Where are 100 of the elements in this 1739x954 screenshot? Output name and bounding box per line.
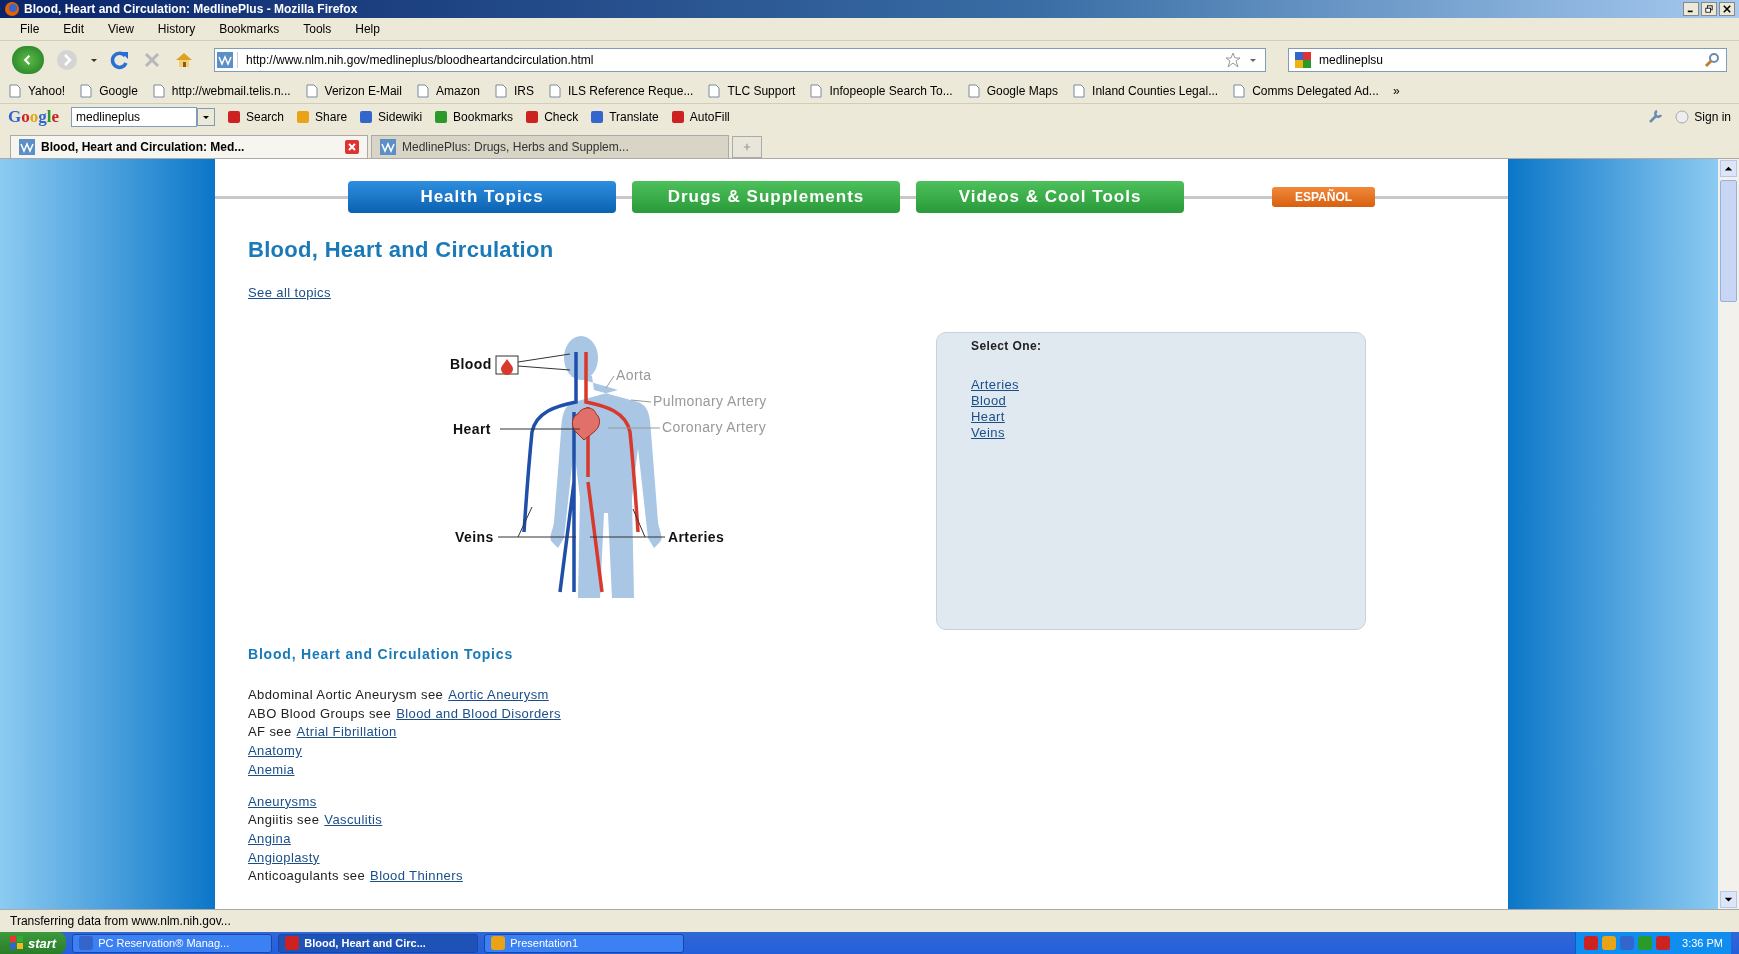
topic-link[interactable]: Blood Thinners [370,867,463,887]
scrollbar-thumb[interactable] [1720,180,1737,302]
back-button[interactable] [12,46,44,74]
toolbar-button[interactable]: Share [315,110,348,124]
see-all-link[interactable]: See all topics [248,285,331,300]
menu-item[interactable]: File [20,22,40,36]
diagram-label: Veins [455,529,494,545]
menu-item[interactable]: Edit [63,22,85,36]
start-button[interactable]: start [0,932,67,954]
page-icon [415,84,430,98]
search-engine-icon[interactable] [1295,52,1311,68]
restore-button[interactable] [1701,2,1717,16]
blood-drop-icon [495,355,519,375]
topic-link[interactable]: Blood [971,393,1007,409]
bookmark-item[interactable]: Google [99,84,138,98]
toolbar-search-field[interactable]: medlineplus [71,107,197,127]
toolbar-button[interactable]: Sidewiki [378,110,423,124]
select-title: Select One: [971,339,1042,353]
topic-link[interactable]: Aortic Aneurysm [448,686,549,705]
toolbar-icon[interactable] [525,110,540,124]
address-field[interactable]: http://www.nlm.nih.gov/medlineplus/bloodheartandcirculation.html [214,48,1266,72]
toolbar-button[interactable]: Bookmarks [453,110,514,124]
page-icon [494,84,508,98]
close-button[interactable] [1719,2,1735,16]
browser-tab[interactable]: MedlinePlus: Drugs, Herbs and Supplem... [371,135,729,158]
tray-icon[interactable] [1584,936,1599,950]
toolbar-icon[interactable] [590,110,605,124]
star-icon[interactable] [1225,52,1241,68]
search-field[interactable]: medlineplsu [1288,48,1727,72]
topic-link[interactable]: Veins [971,425,1005,441]
page-icon [1072,84,1087,98]
page-icon [79,84,94,98]
sign-in-link[interactable]: Sign in [1694,110,1731,124]
menu-item[interactable]: History [157,22,196,36]
plus-icon [743,143,751,151]
topic-link[interactable]: Blood and Blood Disorders [396,704,561,724]
bookmark-item[interactable]: TLC Support [727,84,796,98]
topic-link[interactable]: Heart [971,409,1005,425]
bookmark-item[interactable]: ILS Reference Reque... [568,84,694,98]
bookmark-item[interactable]: Comms Delegated Ad... [1252,84,1379,98]
topic-link[interactable]: Anemia [248,760,295,780]
bookmark-item[interactable]: IRS [514,84,534,98]
diagram-label: Blood [450,356,492,372]
dropdown-button[interactable] [197,108,215,126]
taskbar-button[interactable]: Blood, Heart and Circ... [278,933,479,953]
bookmark-item[interactable]: Inland Counties Legal... [1092,84,1219,98]
toolbar-button[interactable]: Translate [609,110,659,124]
topic-link[interactable]: Vasculitis [324,811,383,830]
bookmark-item[interactable]: Google Maps [986,84,1059,98]
toolbar-icon[interactable] [434,110,449,124]
nav-tab[interactable]: Health Topics [348,181,616,213]
page-icon [809,84,824,98]
bookmark-item[interactable]: Infopeople Search To... [829,84,953,98]
app-icon [285,936,300,950]
dropdown-icon[interactable] [1249,56,1257,64]
bookmark-item[interactable]: » [1392,84,1400,98]
scroll-up-icon[interactable] [1720,160,1737,177]
page-icon [707,84,722,98]
bookmark-item[interactable]: Verizon E-Mail [324,84,402,98]
minimize-button[interactable] [1683,2,1699,16]
menu-item[interactable]: Bookmarks [219,22,280,36]
wrench-icon[interactable] [1647,109,1664,125]
taskbar-button[interactable]: PC Reservation® Manag... [72,933,273,953]
flag-icon [10,936,24,950]
reload-icon[interactable] [110,50,130,70]
menu-item[interactable]: View [108,22,134,36]
topic-link[interactable]: Angina [248,829,291,849]
home-icon[interactable] [174,50,194,70]
diagram-label: Pulmonary Artery [653,393,767,409]
toolbar-button[interactable]: Search [246,110,285,124]
topic-link[interactable]: Atrial Fibrillation [296,723,397,743]
bookmark-item[interactable]: http://webmail.telis.n... [171,84,291,98]
toolbar-icon[interactable] [670,110,685,124]
caret-icon [202,113,210,121]
toolbar-button[interactable]: AutoFill [689,110,730,124]
site-icon [217,52,238,68]
toolbar-icon[interactable] [227,110,241,124]
bookmark-item[interactable]: Amazon [435,84,480,98]
topic-text: ABO Blood Groups see [248,704,392,723]
toolbar-icon[interactable] [359,110,374,124]
new-tab-button[interactable] [732,136,762,158]
menu-item[interactable]: Tools [303,22,332,36]
menu-item[interactable]: Help [355,22,380,36]
topic-link[interactable]: Angioplasty [248,848,320,868]
dropdown-icon[interactable] [90,56,98,64]
topic-text: Angiitis see [248,811,320,830]
topic-link[interactable]: Aneurysms [248,792,317,812]
topic-text: AF see [248,723,292,742]
close-icon[interactable] [345,140,359,154]
search-icon[interactable] [1704,52,1720,68]
toolbar-button[interactable]: Check [544,110,579,124]
topic-link[interactable]: Arteries [971,377,1019,393]
taskbar-button[interactable]: Presentation1 [484,933,685,953]
bookmark-item[interactable]: Yahoo! [28,84,66,98]
scrollbar[interactable] [1718,159,1739,909]
diagram-label: Aorta [616,367,652,383]
tray-icon[interactable] [1656,936,1671,950]
scroll-down-icon[interactable] [1720,891,1737,908]
browser-tab[interactable]: Blood, Heart and Circulation: Med... [10,135,368,158]
topic-link[interactable]: Anatomy [248,742,303,761]
